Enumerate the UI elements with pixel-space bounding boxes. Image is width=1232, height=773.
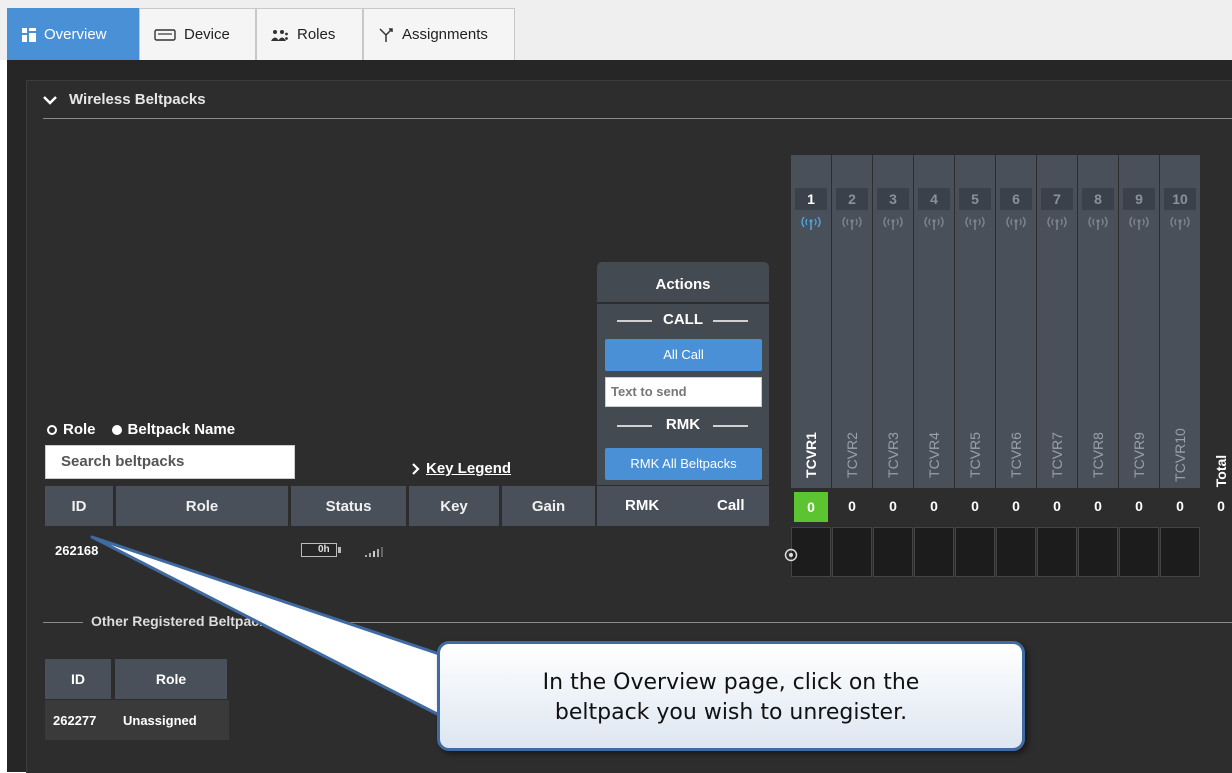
callout-line-2: beltpack you wish to unregister. (554, 700, 908, 725)
tutorial-callout: In the Overview page, click on the beltp… (437, 641, 1025, 751)
callout-line-1: In the Overview page, click on the (542, 670, 920, 695)
